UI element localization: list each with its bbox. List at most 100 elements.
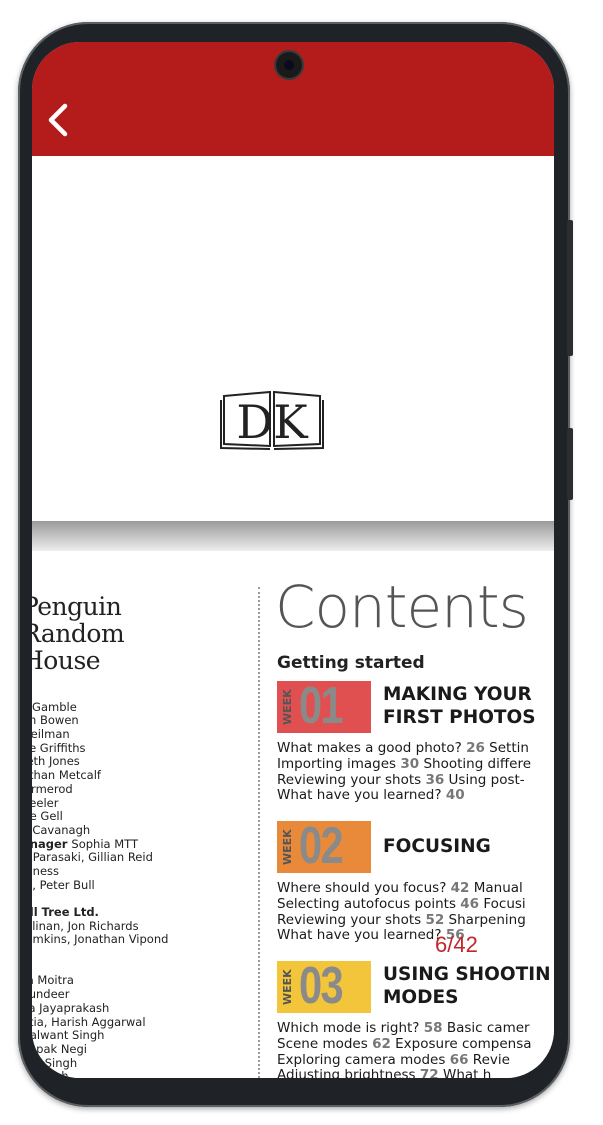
book-page-cover[interactable]: DK — [32, 156, 554, 521]
credit-line: Ormerod — [32, 782, 168, 797]
credit-role: anager — [32, 836, 68, 851]
topic-page-number: 26 — [466, 740, 485, 756]
topic-line: Selecting autofocus points 46 Focusi — [277, 895, 526, 913]
credit-name: ah Bowen — [32, 713, 79, 728]
week-label: WEEK — [281, 829, 294, 865]
app-bar — [32, 42, 554, 156]
credit-line: Simkins, Jonathan Vipond — [32, 933, 168, 947]
credit-line — [32, 947, 168, 961]
credit-line: ire Gell — [32, 809, 168, 824]
publisher-line: Random — [32, 619, 125, 648]
credit-line: dra Singh — [32, 1056, 168, 1071]
page-gap — [32, 521, 554, 551]
book-page-contents[interactable]: Penguin Random House nil Gambleah Bowen … — [32, 551, 554, 1078]
credit-name: Balwant Singh — [32, 1028, 105, 1043]
credit-name: ra Moitra — [32, 973, 74, 988]
credit-line: anager Sophia MTT — [32, 836, 168, 852]
chevron-left-icon — [48, 103, 68, 137]
publisher-line: Penguin — [32, 592, 122, 621]
publisher-line: House — [32, 646, 101, 675]
column-divider — [258, 587, 260, 1078]
week-topics: Which mode is right? 58 Basic camer Scene… — [277, 1020, 532, 1078]
topic-title: Using post- — [444, 771, 525, 788]
topic-title: Reviewing your shots — [277, 771, 426, 788]
credit-name: ee Griffiths — [32, 740, 86, 755]
credit-line: Balwant Singh — [32, 1028, 168, 1043]
topic-line: Scene modes 62 Exposure compensa — [277, 1035, 532, 1053]
credit-name: Simkins, Jonathan Vipond — [32, 932, 169, 947]
credit-name: le, Peter Bull — [32, 877, 95, 892]
week-number: 03 — [299, 957, 344, 1015]
credit-name: atia, Harish Aggarwal — [32, 1014, 146, 1029]
topic-line: What have you learned? 56 — [277, 927, 526, 944]
credit-line — [32, 892, 168, 906]
topic-page-number: 40 — [445, 787, 465, 804]
topic-title: Exposure compensa — [390, 1035, 532, 1052]
dk-logo: DK — [220, 390, 324, 450]
credit-name: k Cavanagh — [32, 822, 91, 837]
topic-page-number: 58 — [423, 1020, 443, 1036]
week-number: 02 — [299, 817, 344, 875]
volume-button — [567, 220, 573, 356]
week-label: WEEK — [281, 689, 294, 725]
topic-line: Exploring camera modes 66 Revie — [277, 1051, 532, 1069]
credit-line: ra Moitra — [32, 974, 168, 988]
dk-logo-text: DK — [236, 395, 309, 449]
topic-title: Adjusting brightness — [277, 1067, 420, 1078]
credit-line: eepak Negi — [32, 1042, 168, 1057]
week-heading: FOCUSING — [383, 835, 491, 858]
topic-line: Adjusting brightness 72 What h — [277, 1067, 532, 1078]
week-topics: What makes a good photo? 26 Settin Import… — [277, 740, 531, 804]
credits-list: nil Gambleah Bowen Heilmanee Griffithsre… — [32, 687, 168, 1078]
credit-line: allinan, Jon Richards — [32, 918, 168, 934]
credit-line: Heilman — [32, 727, 168, 742]
week-heading: MAKING YOUR FIRST PHOTOS — [383, 683, 536, 729]
credit-line: le, Peter Bull — [32, 877, 168, 893]
credits-column: Penguin Random House nil Gambleah Bowen … — [32, 551, 252, 1078]
credit-line: Pundeer — [32, 987, 168, 1002]
screen: DK Penguin Random House nil Gambleah Bow… — [32, 42, 554, 1078]
week-heading-line: USING SHOOTIN — [383, 964, 551, 985]
credit-line: n — [32, 687, 168, 701]
topic-title: Exploring camera modes — [277, 1051, 450, 1068]
contents-title: Contents — [277, 573, 529, 641]
topic-title: Where should you focus? — [277, 880, 451, 896]
credit-name: Heilman — [32, 727, 70, 742]
back-button[interactable] — [38, 98, 82, 142]
credit-line: all Tree Ltd. — [32, 905, 168, 920]
credit-name: Inness — [32, 863, 60, 878]
topic-title: Which mode is right? — [277, 1020, 424, 1036]
topic-page-number: 52 — [425, 911, 445, 928]
credit-line: ka Jayaprakash — [32, 1001, 168, 1016]
credit-line: atia, Harish Aggarwal — [32, 1014, 168, 1030]
topic-page-number: 42 — [450, 880, 470, 896]
week-badge: WEEK 02 — [277, 817, 371, 875]
credit-name: Pundeer — [32, 987, 70, 1002]
credit-line: a Parasaki, Gillian Reid — [32, 850, 168, 865]
credit-line: heeler — [32, 795, 168, 811]
topic-line: Which mode is right? 58 Basic camer — [277, 1020, 532, 1037]
week-badge: WEEK 01 — [277, 677, 371, 735]
week-heading-line: MODES — [383, 987, 459, 1008]
topic-line: What makes a good photo? 26 Settin — [277, 740, 531, 757]
credit-name: athan Metcalf — [32, 768, 101, 783]
page-indicator: 6/42 — [435, 932, 478, 957]
credit-line: Inness — [32, 863, 168, 879]
credit-line: athan Metcalf — [32, 768, 168, 783]
topic-line: Reviewing your shots 52 Sharpening — [277, 911, 526, 929]
topic-title: What have you learned? — [277, 787, 446, 804]
section-title: Getting started — [277, 653, 425, 673]
credit-name: heeler — [32, 795, 59, 810]
topic-title: Settin — [484, 740, 529, 756]
credit-name: ni Singh — [32, 1069, 69, 1078]
credit-name: allinan, Jon Richards — [32, 918, 139, 933]
topic-line: Reviewing your shots 36 Using post- — [277, 771, 531, 789]
week-badge: WEEK 03 — [277, 957, 371, 1015]
credit-name: a Parasaki, Gillian Reid — [32, 850, 153, 865]
power-button — [567, 428, 573, 500]
topic-title: Revie — [468, 1051, 510, 1068]
week-heading-line: FIRST PHOTOS — [383, 707, 536, 728]
topic-title: Focusi — [479, 895, 526, 912]
topic-title: What have you learned? — [277, 927, 446, 944]
credit-line: ee Griffiths — [32, 740, 168, 756]
